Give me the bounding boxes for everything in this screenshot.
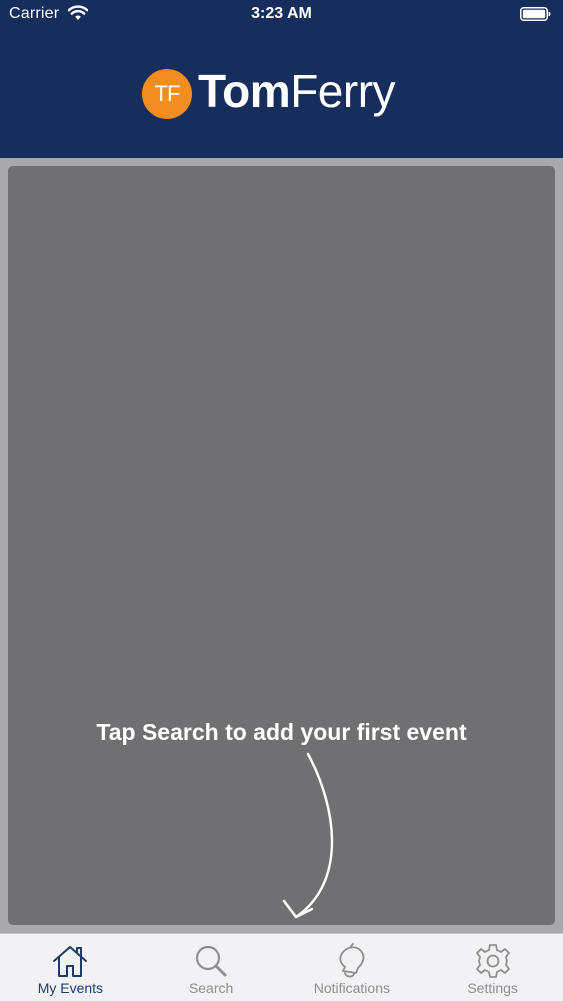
tab-label-my-events: My Events <box>37 980 104 996</box>
tab-my-events[interactable]: My Events <box>0 934 141 1001</box>
tab-label-notifications: Notifications <box>313 980 390 996</box>
events-empty-state: Tap Search to add your first event <box>8 166 555 925</box>
logo-badge: TF <box>142 69 192 119</box>
tab-label-search: Search <box>188 980 234 996</box>
tab-label-settings: Settings <box>467 980 518 996</box>
bell-icon <box>339 943 365 978</box>
hint-arrow-icon <box>282 752 334 919</box>
search-icon <box>196 945 227 977</box>
tab-settings[interactable]: Settings <box>422 934 563 1001</box>
battery-icon <box>520 7 551 21</box>
logo-wordmark: TomFerry <box>198 64 396 118</box>
home-icon <box>53 946 88 977</box>
tab-bar: My Events Search Notifications Settings <box>0 933 563 1001</box>
empty-state-hint: Tap Search to add your first event <box>96 719 467 745</box>
status-time: 3:23 AM <box>251 5 312 22</box>
app-header: Carrier 3:23 AM TF TomFerry <box>0 0 563 158</box>
status-bar: Carrier 3:23 AM <box>0 0 563 30</box>
gear-icon <box>475 944 510 978</box>
tab-search[interactable]: Search <box>141 934 282 1001</box>
tab-notifications[interactable]: Notifications <box>282 934 423 1001</box>
logo-name-light: Ferry <box>290 65 396 117</box>
logo-name-bold: Tom <box>198 65 291 117</box>
